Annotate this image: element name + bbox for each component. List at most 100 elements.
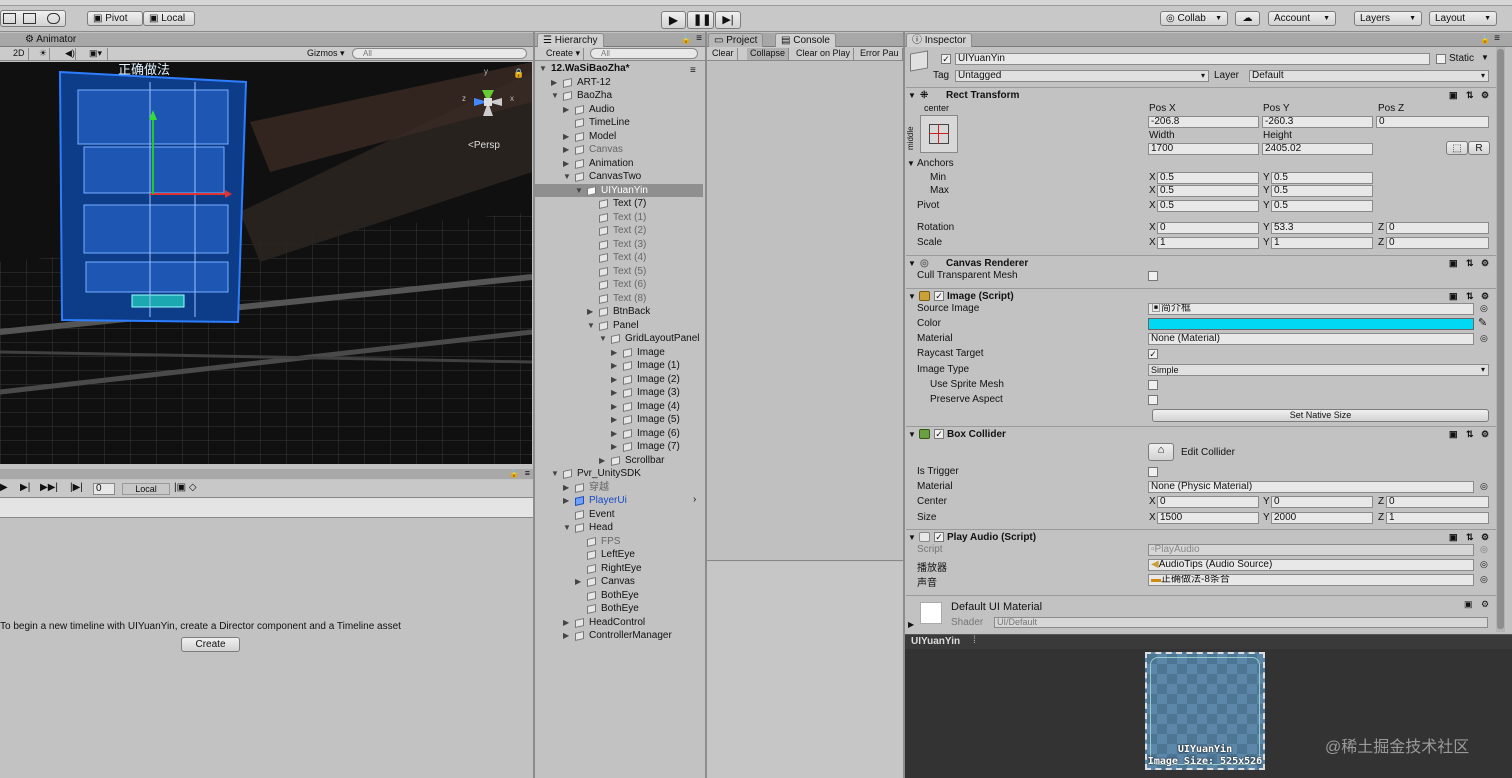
play-audio-enabled-checkbox[interactable]: ✓ bbox=[934, 532, 944, 542]
drag-handle-icon[interactable]: ⁞ bbox=[973, 635, 976, 646]
console-error-pause-toggle[interactable]: Error Pau bbox=[857, 48, 903, 60]
scale-y-field[interactable]: 1 bbox=[1271, 237, 1373, 249]
collapsed-arrow-icon[interactable]: ▶ bbox=[563, 143, 569, 157]
source-image-field[interactable]: ▣简介框 bbox=[1148, 303, 1474, 315]
player-field[interactable]: ◀AudioTips (Audio Source) bbox=[1148, 559, 1474, 571]
persp-label[interactable]: <Persp bbox=[468, 140, 500, 151]
box-collider-header[interactable]: ▼ ✓ Box Collider ▣ ⇅ ⚙ bbox=[906, 426, 1496, 441]
collapsed-arrow-icon[interactable]: ▶ bbox=[563, 157, 569, 171]
hierarchy-item[interactable]: ▼ CanvasTwo bbox=[535, 170, 703, 184]
foldout-icon[interactable]: ▼ bbox=[908, 256, 916, 271]
gizmos-dropdown[interactable]: Gizmos ▾ bbox=[304, 48, 348, 60]
collab-dropdown[interactable]: ◎ Collab ▼ bbox=[1160, 11, 1228, 26]
anchor-max-y-field[interactable]: 0.5 bbox=[1271, 185, 1373, 197]
hierarchy-item[interactable]: ▼ Panel bbox=[535, 319, 703, 333]
sound-field[interactable]: ▬正确做法-8条合 bbox=[1148, 574, 1474, 586]
inspector-scrollbar[interactable] bbox=[1496, 47, 1505, 632]
step-button[interactable]: ▶| bbox=[715, 11, 741, 29]
preserve-aspect-checkbox[interactable] bbox=[1148, 395, 1158, 405]
lock-icon[interactable]: 🔒 bbox=[1480, 35, 1490, 44]
collapsed-arrow-icon[interactable]: ▶ bbox=[563, 103, 569, 117]
play-button[interactable]: ▶ bbox=[661, 11, 686, 29]
size-x-field[interactable]: 1500 bbox=[1157, 512, 1259, 524]
hierarchy-create-dropdown[interactable]: Create ▾ bbox=[543, 48, 585, 60]
last-frame-icon[interactable]: ▶▶| bbox=[40, 482, 58, 493]
tag-dropdown[interactable]: Untagged ▾ bbox=[955, 70, 1209, 82]
tab-animator[interactable]: ⚙ Animator bbox=[20, 33, 81, 47]
blueprint-mode-button[interactable]: ⬚ bbox=[1446, 141, 1468, 155]
center-y-field[interactable]: 0 bbox=[1271, 496, 1373, 508]
hierarchy-item[interactable]: ▶ Image bbox=[535, 346, 703, 360]
collapsed-arrow-icon[interactable]: ▶ bbox=[563, 481, 569, 495]
anchors-foldout-icon[interactable]: ▼ bbox=[907, 159, 915, 168]
hierarchy-item[interactable]: ▼ UIYuanYin bbox=[535, 183, 703, 198]
scale-z-field[interactable]: 0 bbox=[1386, 237, 1489, 249]
image-header[interactable]: ▼ ✓ Image (Script) ▣ ⇅ ⚙ bbox=[906, 288, 1496, 303]
anchor-min-x-field[interactable]: 0.5 bbox=[1157, 172, 1259, 184]
hierarchy-item[interactable]: ▶ ART-12 bbox=[535, 76, 703, 90]
console-clear-on-play-toggle[interactable]: Clear on Play bbox=[793, 48, 855, 60]
transform-tools[interactable] bbox=[0, 10, 66, 27]
collapsed-arrow-icon[interactable]: ▶ bbox=[611, 440, 617, 454]
cloud-button[interactable]: ☁ bbox=[1235, 11, 1260, 26]
hierarchy-item[interactable]: FPS bbox=[535, 535, 703, 549]
hierarchy-item[interactable]: Text (1) bbox=[535, 211, 703, 225]
preset-icon[interactable]: ⇅ bbox=[1466, 427, 1474, 442]
lock-icon[interactable]: 🔒 bbox=[509, 469, 519, 478]
hierarchy-item[interactable]: Text (6) bbox=[535, 278, 703, 292]
hierarchy-item[interactable]: ▶ Image (6) bbox=[535, 427, 703, 441]
preview-header[interactable]: UIYuanYin ⁞ bbox=[905, 634, 1512, 649]
hierarchy-item[interactable]: TimeLine bbox=[535, 116, 703, 130]
size-z-field[interactable]: 1 bbox=[1386, 512, 1489, 524]
pos-z-field[interactable]: 0 bbox=[1376, 116, 1489, 128]
collapsed-arrow-icon[interactable]: ▶ bbox=[551, 76, 557, 90]
raycast-target-checkbox[interactable]: ✓ bbox=[1148, 349, 1158, 359]
set-native-size-button[interactable]: Set Native Size bbox=[1152, 409, 1489, 422]
hierarchy-item[interactable]: ▶ Model bbox=[535, 130, 703, 144]
lock-icon[interactable]: 🔒 bbox=[513, 68, 524, 79]
foldout-icon[interactable]: ▼ bbox=[908, 88, 916, 103]
hierarchy-item[interactable]: Text (5) bbox=[535, 265, 703, 279]
foldout-icon[interactable]: ▼ bbox=[908, 289, 916, 304]
track-add-icon[interactable]: |▣ ◇ bbox=[174, 482, 197, 493]
help-icon[interactable]: ▣ bbox=[1449, 427, 1458, 442]
hierarchy-item[interactable]: Event bbox=[535, 508, 703, 522]
pivot-x-field[interactable]: 0.5 bbox=[1157, 200, 1259, 212]
preset-icon[interactable]: ⇅ bbox=[1466, 256, 1474, 271]
tab-hierarchy[interactable]: ☰ Hierarchy bbox=[537, 33, 604, 47]
rotation-x-field[interactable]: 0 bbox=[1157, 222, 1259, 234]
expanded-arrow-icon[interactable]: ▼ bbox=[575, 184, 583, 198]
hierarchy-item[interactable]: ▶ HeadControl bbox=[535, 616, 703, 630]
pivot-y-field[interactable]: 0.5 bbox=[1271, 200, 1373, 212]
hierarchy-item[interactable]: ▼ 12.WaSiBaoZha* bbox=[535, 62, 703, 76]
collapsed-arrow-icon[interactable]: ▶ bbox=[611, 359, 617, 373]
canvas-renderer-header[interactable]: ▼ ◎ Canvas Renderer ▣ ⇅ ⚙ bbox=[906, 255, 1496, 270]
hierarchy-item[interactable]: Text (7) bbox=[535, 197, 703, 211]
pause-button[interactable]: ❚❚ bbox=[687, 11, 714, 29]
hierarchy-item[interactable]: BothEye bbox=[535, 602, 703, 616]
foldout-icon[interactable]: ▼ bbox=[908, 530, 916, 545]
collapsed-arrow-icon[interactable]: ▶ bbox=[563, 629, 569, 643]
collapsed-arrow-icon[interactable]: ▶ bbox=[611, 400, 617, 414]
create-director-button[interactable]: Create bbox=[181, 637, 240, 652]
hierarchy-item[interactable]: ▶ Image (4) bbox=[535, 400, 703, 414]
rect-tool-icon[interactable] bbox=[23, 13, 36, 24]
hierarchy-item[interactable]: ▶ BtnBack bbox=[535, 305, 703, 319]
pos-x-field[interactable]: -206.8 bbox=[1148, 116, 1259, 128]
layer-dropdown[interactable]: Default ▾ bbox=[1249, 70, 1489, 82]
material-field[interactable]: None (Material) bbox=[1148, 333, 1474, 345]
hierarchy-item[interactable]: ▶ Image (1) bbox=[535, 359, 703, 373]
help-icon[interactable]: ▣ bbox=[1449, 530, 1458, 545]
object-picker-icon[interactable]: ◎ bbox=[1480, 303, 1488, 314]
eyedropper-icon[interactable]: ✎ bbox=[1478, 316, 1487, 329]
hierarchy-item[interactable]: ▼ Head bbox=[535, 521, 703, 535]
hierarchy-item[interactable]: LeftEye bbox=[535, 548, 703, 562]
expanded-arrow-icon[interactable]: ▼ bbox=[563, 170, 571, 184]
effects-icon[interactable]: ▣▾ bbox=[86, 48, 108, 60]
collapsed-arrow-icon[interactable]: ▶ bbox=[611, 386, 617, 400]
expanded-arrow-icon[interactable]: ▼ bbox=[587, 319, 595, 333]
inspector-scroll-thumb[interactable] bbox=[1497, 49, 1504, 629]
static-dropdown-icon[interactable]: ▼ bbox=[1481, 53, 1489, 62]
gear-icon[interactable]: ⚙ bbox=[1481, 530, 1489, 545]
edit-collider-button[interactable]: ⌂ bbox=[1148, 443, 1174, 461]
